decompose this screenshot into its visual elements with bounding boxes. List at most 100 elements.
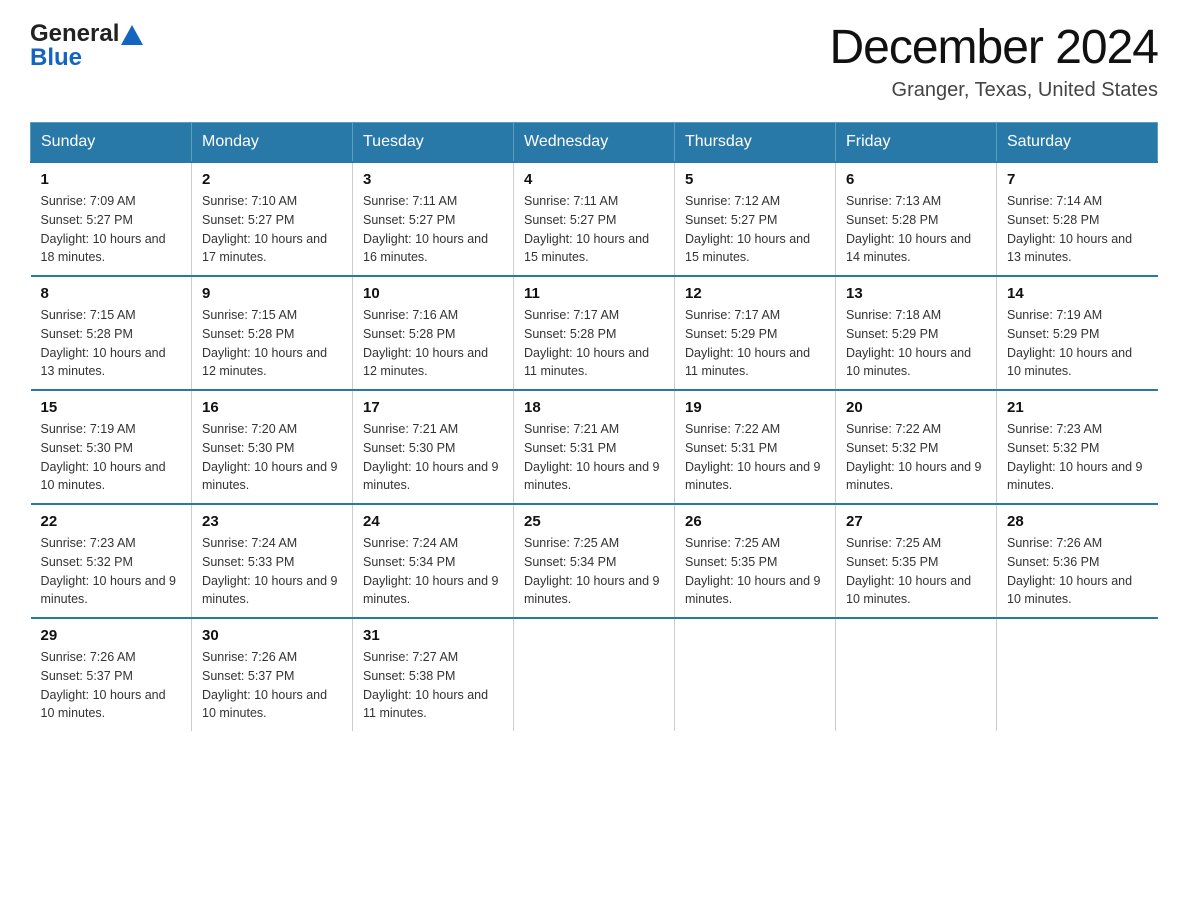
- day-info: Sunrise: 7:25 AMSunset: 5:35 PMDaylight:…: [846, 534, 986, 609]
- day-info: Sunrise: 7:16 AMSunset: 5:28 PMDaylight:…: [363, 306, 503, 381]
- calendar-cell: 2 Sunrise: 7:10 AMSunset: 5:27 PMDayligh…: [192, 162, 353, 276]
- day-number: 1: [41, 171, 182, 188]
- day-number: 15: [41, 399, 182, 416]
- day-info: Sunrise: 7:11 AMSunset: 5:27 PMDaylight:…: [524, 192, 664, 267]
- day-number: 29: [41, 627, 182, 644]
- weekday-header-saturday: Saturday: [997, 123, 1158, 163]
- day-number: 13: [846, 285, 986, 302]
- calendar-cell: 16 Sunrise: 7:20 AMSunset: 5:30 PMDaylig…: [192, 390, 353, 504]
- day-info: Sunrise: 7:22 AMSunset: 5:31 PMDaylight:…: [685, 420, 825, 495]
- logo-triangle-icon: [121, 25, 143, 45]
- calendar-cell: 24 Sunrise: 7:24 AMSunset: 5:34 PMDaylig…: [353, 504, 514, 618]
- weekday-header-sunday: Sunday: [31, 123, 192, 163]
- day-info: Sunrise: 7:21 AMSunset: 5:31 PMDaylight:…: [524, 420, 664, 495]
- calendar-cell: 11 Sunrise: 7:17 AMSunset: 5:28 PMDaylig…: [514, 276, 675, 390]
- day-number: 24: [363, 513, 503, 530]
- day-info: Sunrise: 7:24 AMSunset: 5:34 PMDaylight:…: [363, 534, 503, 609]
- day-number: 2: [202, 171, 342, 188]
- day-number: 19: [685, 399, 825, 416]
- day-info: Sunrise: 7:23 AMSunset: 5:32 PMDaylight:…: [41, 534, 182, 609]
- day-number: 12: [685, 285, 825, 302]
- day-number: 20: [846, 399, 986, 416]
- calendar-cell: 9 Sunrise: 7:15 AMSunset: 5:28 PMDayligh…: [192, 276, 353, 390]
- calendar-cell: 22 Sunrise: 7:23 AMSunset: 5:32 PMDaylig…: [31, 504, 192, 618]
- day-info: Sunrise: 7:26 AMSunset: 5:37 PMDaylight:…: [41, 648, 182, 723]
- day-info: Sunrise: 7:27 AMSunset: 5:38 PMDaylight:…: [363, 648, 503, 723]
- logo: General Blue: [30, 20, 143, 72]
- calendar-cell: 20 Sunrise: 7:22 AMSunset: 5:32 PMDaylig…: [836, 390, 997, 504]
- day-number: 11: [524, 285, 664, 302]
- calendar-cell: [836, 618, 997, 731]
- weekday-header-monday: Monday: [192, 123, 353, 163]
- day-info: Sunrise: 7:26 AMSunset: 5:37 PMDaylight:…: [202, 648, 342, 723]
- calendar-cell: 7 Sunrise: 7:14 AMSunset: 5:28 PMDayligh…: [997, 162, 1158, 276]
- day-info: Sunrise: 7:15 AMSunset: 5:28 PMDaylight:…: [202, 306, 342, 381]
- calendar-cell: 3 Sunrise: 7:11 AMSunset: 5:27 PMDayligh…: [353, 162, 514, 276]
- weekday-header-wednesday: Wednesday: [514, 123, 675, 163]
- day-number: 9: [202, 285, 342, 302]
- day-info: Sunrise: 7:12 AMSunset: 5:27 PMDaylight:…: [685, 192, 825, 267]
- calendar-cell: 6 Sunrise: 7:13 AMSunset: 5:28 PMDayligh…: [836, 162, 997, 276]
- calendar-cell: 4 Sunrise: 7:11 AMSunset: 5:27 PMDayligh…: [514, 162, 675, 276]
- calendar-cell: 26 Sunrise: 7:25 AMSunset: 5:35 PMDaylig…: [675, 504, 836, 618]
- calendar-cell: 17 Sunrise: 7:21 AMSunset: 5:30 PMDaylig…: [353, 390, 514, 504]
- logo-blue: Blue: [30, 44, 82, 72]
- calendar-cell: 10 Sunrise: 7:16 AMSunset: 5:28 PMDaylig…: [353, 276, 514, 390]
- day-number: 26: [685, 513, 825, 530]
- calendar-cell: 1 Sunrise: 7:09 AMSunset: 5:27 PMDayligh…: [31, 162, 192, 276]
- day-number: 7: [1007, 171, 1148, 188]
- weekday-header-row: SundayMondayTuesdayWednesdayThursdayFrid…: [31, 123, 1158, 163]
- calendar-cell: 8 Sunrise: 7:15 AMSunset: 5:28 PMDayligh…: [31, 276, 192, 390]
- calendar-week-row-4: 22 Sunrise: 7:23 AMSunset: 5:32 PMDaylig…: [31, 504, 1158, 618]
- day-number: 18: [524, 399, 664, 416]
- day-number: 5: [685, 171, 825, 188]
- day-info: Sunrise: 7:23 AMSunset: 5:32 PMDaylight:…: [1007, 420, 1148, 495]
- calendar-cell: [997, 618, 1158, 731]
- day-info: Sunrise: 7:25 AMSunset: 5:34 PMDaylight:…: [524, 534, 664, 609]
- calendar-cell: 14 Sunrise: 7:19 AMSunset: 5:29 PMDaylig…: [997, 276, 1158, 390]
- weekday-header-friday: Friday: [836, 123, 997, 163]
- day-info: Sunrise: 7:17 AMSunset: 5:28 PMDaylight:…: [524, 306, 664, 381]
- calendar-week-row-2: 8 Sunrise: 7:15 AMSunset: 5:28 PMDayligh…: [31, 276, 1158, 390]
- day-info: Sunrise: 7:21 AMSunset: 5:30 PMDaylight:…: [363, 420, 503, 495]
- day-number: 16: [202, 399, 342, 416]
- calendar-week-row-5: 29 Sunrise: 7:26 AMSunset: 5:37 PMDaylig…: [31, 618, 1158, 731]
- day-info: Sunrise: 7:19 AMSunset: 5:30 PMDaylight:…: [41, 420, 182, 495]
- day-number: 10: [363, 285, 503, 302]
- calendar-cell: [675, 618, 836, 731]
- day-number: 14: [1007, 285, 1148, 302]
- day-number: 25: [524, 513, 664, 530]
- day-number: 28: [1007, 513, 1148, 530]
- calendar-cell: 5 Sunrise: 7:12 AMSunset: 5:27 PMDayligh…: [675, 162, 836, 276]
- day-number: 8: [41, 285, 182, 302]
- calendar-week-row-3: 15 Sunrise: 7:19 AMSunset: 5:30 PMDaylig…: [31, 390, 1158, 504]
- calendar-cell: 27 Sunrise: 7:25 AMSunset: 5:35 PMDaylig…: [836, 504, 997, 618]
- day-info: Sunrise: 7:09 AMSunset: 5:27 PMDaylight:…: [41, 192, 182, 267]
- calendar-cell: 15 Sunrise: 7:19 AMSunset: 5:30 PMDaylig…: [31, 390, 192, 504]
- calendar-cell: 23 Sunrise: 7:24 AMSunset: 5:33 PMDaylig…: [192, 504, 353, 618]
- day-info: Sunrise: 7:13 AMSunset: 5:28 PMDaylight:…: [846, 192, 986, 267]
- day-number: 17: [363, 399, 503, 416]
- day-number: 3: [363, 171, 503, 188]
- day-info: Sunrise: 7:20 AMSunset: 5:30 PMDaylight:…: [202, 420, 342, 495]
- day-info: Sunrise: 7:18 AMSunset: 5:29 PMDaylight:…: [846, 306, 986, 381]
- day-info: Sunrise: 7:10 AMSunset: 5:27 PMDaylight:…: [202, 192, 342, 267]
- day-info: Sunrise: 7:24 AMSunset: 5:33 PMDaylight:…: [202, 534, 342, 609]
- calendar-cell: 12 Sunrise: 7:17 AMSunset: 5:29 PMDaylig…: [675, 276, 836, 390]
- title-area: December 2024 Granger, Texas, United Sta…: [829, 20, 1158, 102]
- day-info: Sunrise: 7:26 AMSunset: 5:36 PMDaylight:…: [1007, 534, 1148, 609]
- calendar-cell: 28 Sunrise: 7:26 AMSunset: 5:36 PMDaylig…: [997, 504, 1158, 618]
- day-number: 6: [846, 171, 986, 188]
- calendar-cell: 21 Sunrise: 7:23 AMSunset: 5:32 PMDaylig…: [997, 390, 1158, 504]
- day-info: Sunrise: 7:11 AMSunset: 5:27 PMDaylight:…: [363, 192, 503, 267]
- day-info: Sunrise: 7:15 AMSunset: 5:28 PMDaylight:…: [41, 306, 182, 381]
- day-info: Sunrise: 7:22 AMSunset: 5:32 PMDaylight:…: [846, 420, 986, 495]
- day-number: 21: [1007, 399, 1148, 416]
- calendar-cell: 19 Sunrise: 7:22 AMSunset: 5:31 PMDaylig…: [675, 390, 836, 504]
- calendar-cell: [514, 618, 675, 731]
- weekday-header-tuesday: Tuesday: [353, 123, 514, 163]
- day-info: Sunrise: 7:17 AMSunset: 5:29 PMDaylight:…: [685, 306, 825, 381]
- day-info: Sunrise: 7:14 AMSunset: 5:28 PMDaylight:…: [1007, 192, 1148, 267]
- calendar-week-row-1: 1 Sunrise: 7:09 AMSunset: 5:27 PMDayligh…: [31, 162, 1158, 276]
- day-number: 31: [363, 627, 503, 644]
